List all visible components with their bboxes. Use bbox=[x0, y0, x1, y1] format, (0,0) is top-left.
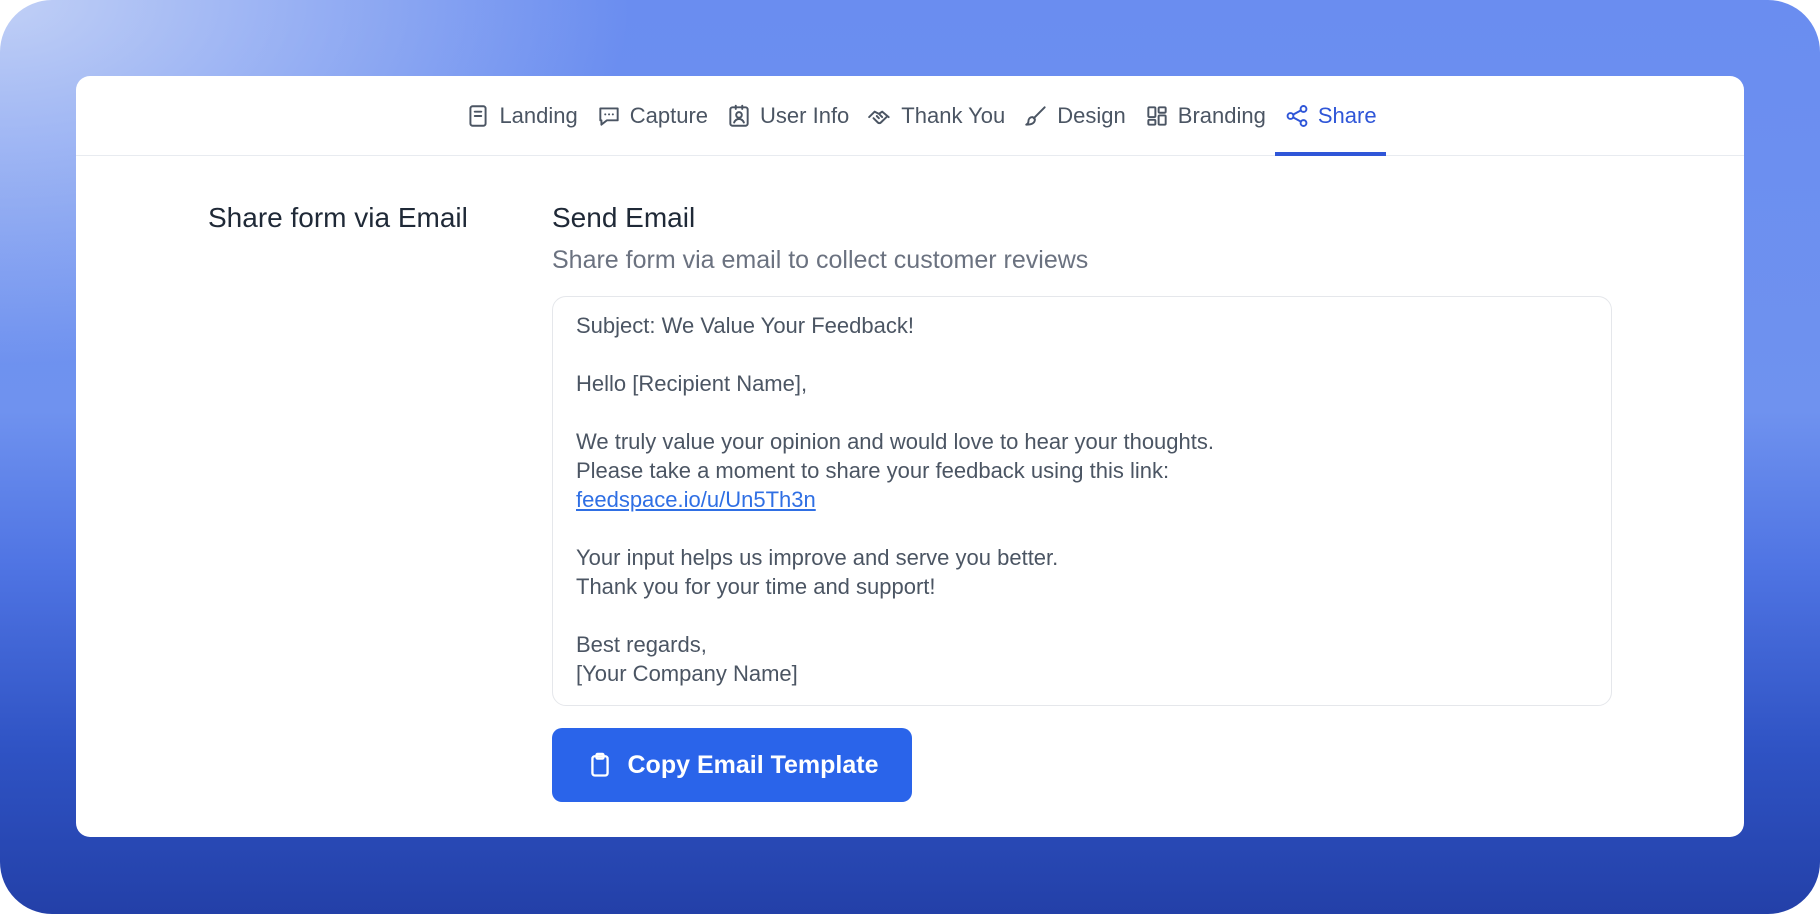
email-signature: [Your Company Name] bbox=[576, 661, 798, 686]
email-body-line: We truly value your opinion and would lo… bbox=[576, 429, 1214, 454]
email-greeting: Hello [Recipient Name], bbox=[576, 371, 808, 396]
brush-icon bbox=[1025, 105, 1046, 126]
layout-grid-icon bbox=[1147, 105, 1167, 126]
clipboard-icon bbox=[590, 752, 609, 777]
email-closing-line: Thank you for your time and support! bbox=[576, 574, 936, 599]
page-subtitle: Share form via email to collect customer… bbox=[552, 246, 1089, 274]
email-template-box[interactable]: Subject: We Value Your Feedback! Hello [… bbox=[552, 296, 1612, 706]
share-icon bbox=[1286, 104, 1308, 127]
tab-thank-you[interactable]: Thank You bbox=[858, 76, 1014, 155]
tab-label: User Info bbox=[760, 102, 850, 128]
document-icon bbox=[469, 104, 487, 127]
tab-branding[interactable]: Branding bbox=[1135, 76, 1275, 155]
tab-label: Thank You bbox=[901, 102, 1006, 128]
tab-share[interactable]: Share bbox=[1274, 76, 1386, 156]
page-title: Send Email bbox=[552, 202, 696, 233]
tab-label: Share bbox=[1317, 102, 1377, 128]
share-settings-card: Landing Capture User Info Thank You Desi… bbox=[76, 76, 1744, 837]
background-frame: Landing Capture User Info Thank You Desi… bbox=[0, 0, 1820, 914]
tab-capture[interactable]: Capture bbox=[587, 76, 717, 155]
tab-bar: Landing Capture User Info Thank You Desi… bbox=[76, 76, 1744, 156]
tab-label: Branding bbox=[1177, 102, 1266, 128]
tab-user-info[interactable]: User Info bbox=[717, 76, 858, 155]
feedback-link[interactable]: feedspace.io/u/Un5Th3n bbox=[576, 487, 816, 512]
user-badge-icon bbox=[729, 104, 749, 127]
copy-email-template-button[interactable]: Copy Email Template bbox=[552, 728, 912, 802]
tab-label: Capture bbox=[629, 102, 709, 128]
chat-icon bbox=[599, 106, 619, 126]
tab-design[interactable]: Design bbox=[1014, 76, 1134, 155]
email-body-line: Please take a moment to share your feedb… bbox=[576, 458, 1170, 483]
tab-label: Design bbox=[1057, 102, 1126, 128]
email-signoff: Best regards, bbox=[576, 632, 707, 657]
copy-button-label: Copy Email Template bbox=[627, 750, 879, 779]
email-closing-line: Your input helps us improve and serve yo… bbox=[576, 545, 1059, 570]
handshake-icon bbox=[868, 110, 890, 124]
email-subject: Subject: We Value Your Feedback! bbox=[576, 313, 914, 338]
tab-label: Landing bbox=[499, 102, 578, 128]
section-label: Share form via Email bbox=[208, 202, 468, 233]
tab-landing[interactable]: Landing bbox=[456, 76, 586, 155]
